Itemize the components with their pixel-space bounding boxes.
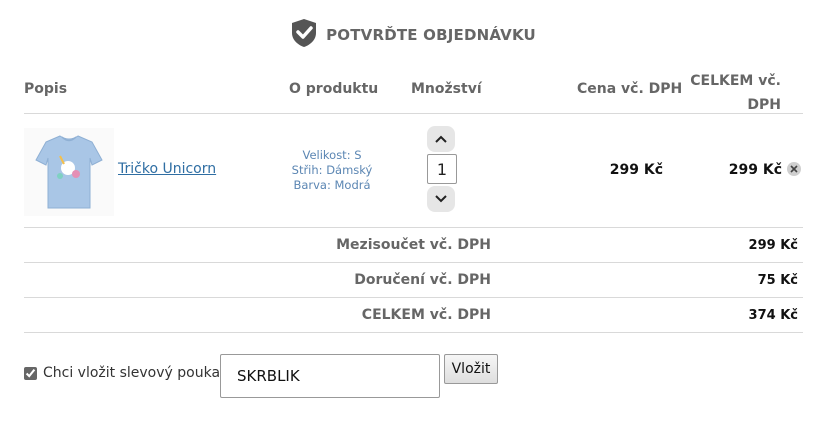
total-label: CELKEM vč. DPH [361, 307, 491, 323]
quantity-input[interactable] [427, 154, 457, 184]
attribute-size: Velikost: S [302, 148, 362, 162]
subtotal-label: Mezisoučet vč. DPH [336, 237, 491, 253]
col-header-celkem: CELKEM vč. DPH [690, 69, 781, 117]
page-title: POTVRĎTE OBJEDNÁVKU [326, 26, 536, 44]
coupon-checkbox[interactable] [24, 367, 37, 380]
close-icon [790, 165, 798, 173]
col-header-mnozstvi: Množství [411, 81, 482, 97]
subtotal-value: 299 Kč [748, 238, 798, 253]
divider [24, 227, 803, 228]
coupon-code-input[interactable] [220, 354, 440, 398]
unit-price: 299 Kč [609, 162, 663, 178]
attribute-color: Barva: Modrá [293, 178, 371, 192]
chevron-down-icon [435, 195, 447, 203]
divider [24, 113, 803, 114]
col-header-popis: Popis [24, 81, 68, 97]
col-header-cena: Cena vč. DPH [577, 81, 683, 97]
quantity-stepper [427, 126, 457, 214]
shield-check-icon [292, 19, 317, 47]
quantity-increase-button[interactable] [427, 126, 455, 152]
product-attributes: Velikost: S Střih: Dámský Barva: Modrá [268, 148, 396, 193]
product-name-link[interactable]: Tričko Unicorn [118, 161, 216, 177]
delivery-label: Doručení vč. DPH [354, 272, 491, 288]
product-image [24, 128, 114, 216]
col-header-celkem-line1: CELKEM vč. [690, 73, 781, 89]
col-header-o-produktu: O produktu [289, 81, 379, 97]
page-header: POTVRĎTE OBJEDNÁVKU [0, 16, 824, 50]
delivery-value: 75 Kč [757, 273, 798, 288]
total-value: 374 Kč [748, 308, 798, 323]
remove-item-button[interactable] [787, 162, 801, 176]
divider [24, 332, 803, 333]
divider [24, 262, 803, 263]
divider [24, 297, 803, 298]
quantity-decrease-button[interactable] [427, 186, 455, 212]
attribute-cut: Střih: Dámský [291, 163, 373, 177]
chevron-up-icon [435, 135, 447, 143]
apply-coupon-button[interactable]: Vložit [444, 354, 498, 384]
line-total: 299 Kč [728, 162, 782, 178]
coupon-checkbox-label: Chci vložit slevový poukaz [43, 365, 228, 381]
